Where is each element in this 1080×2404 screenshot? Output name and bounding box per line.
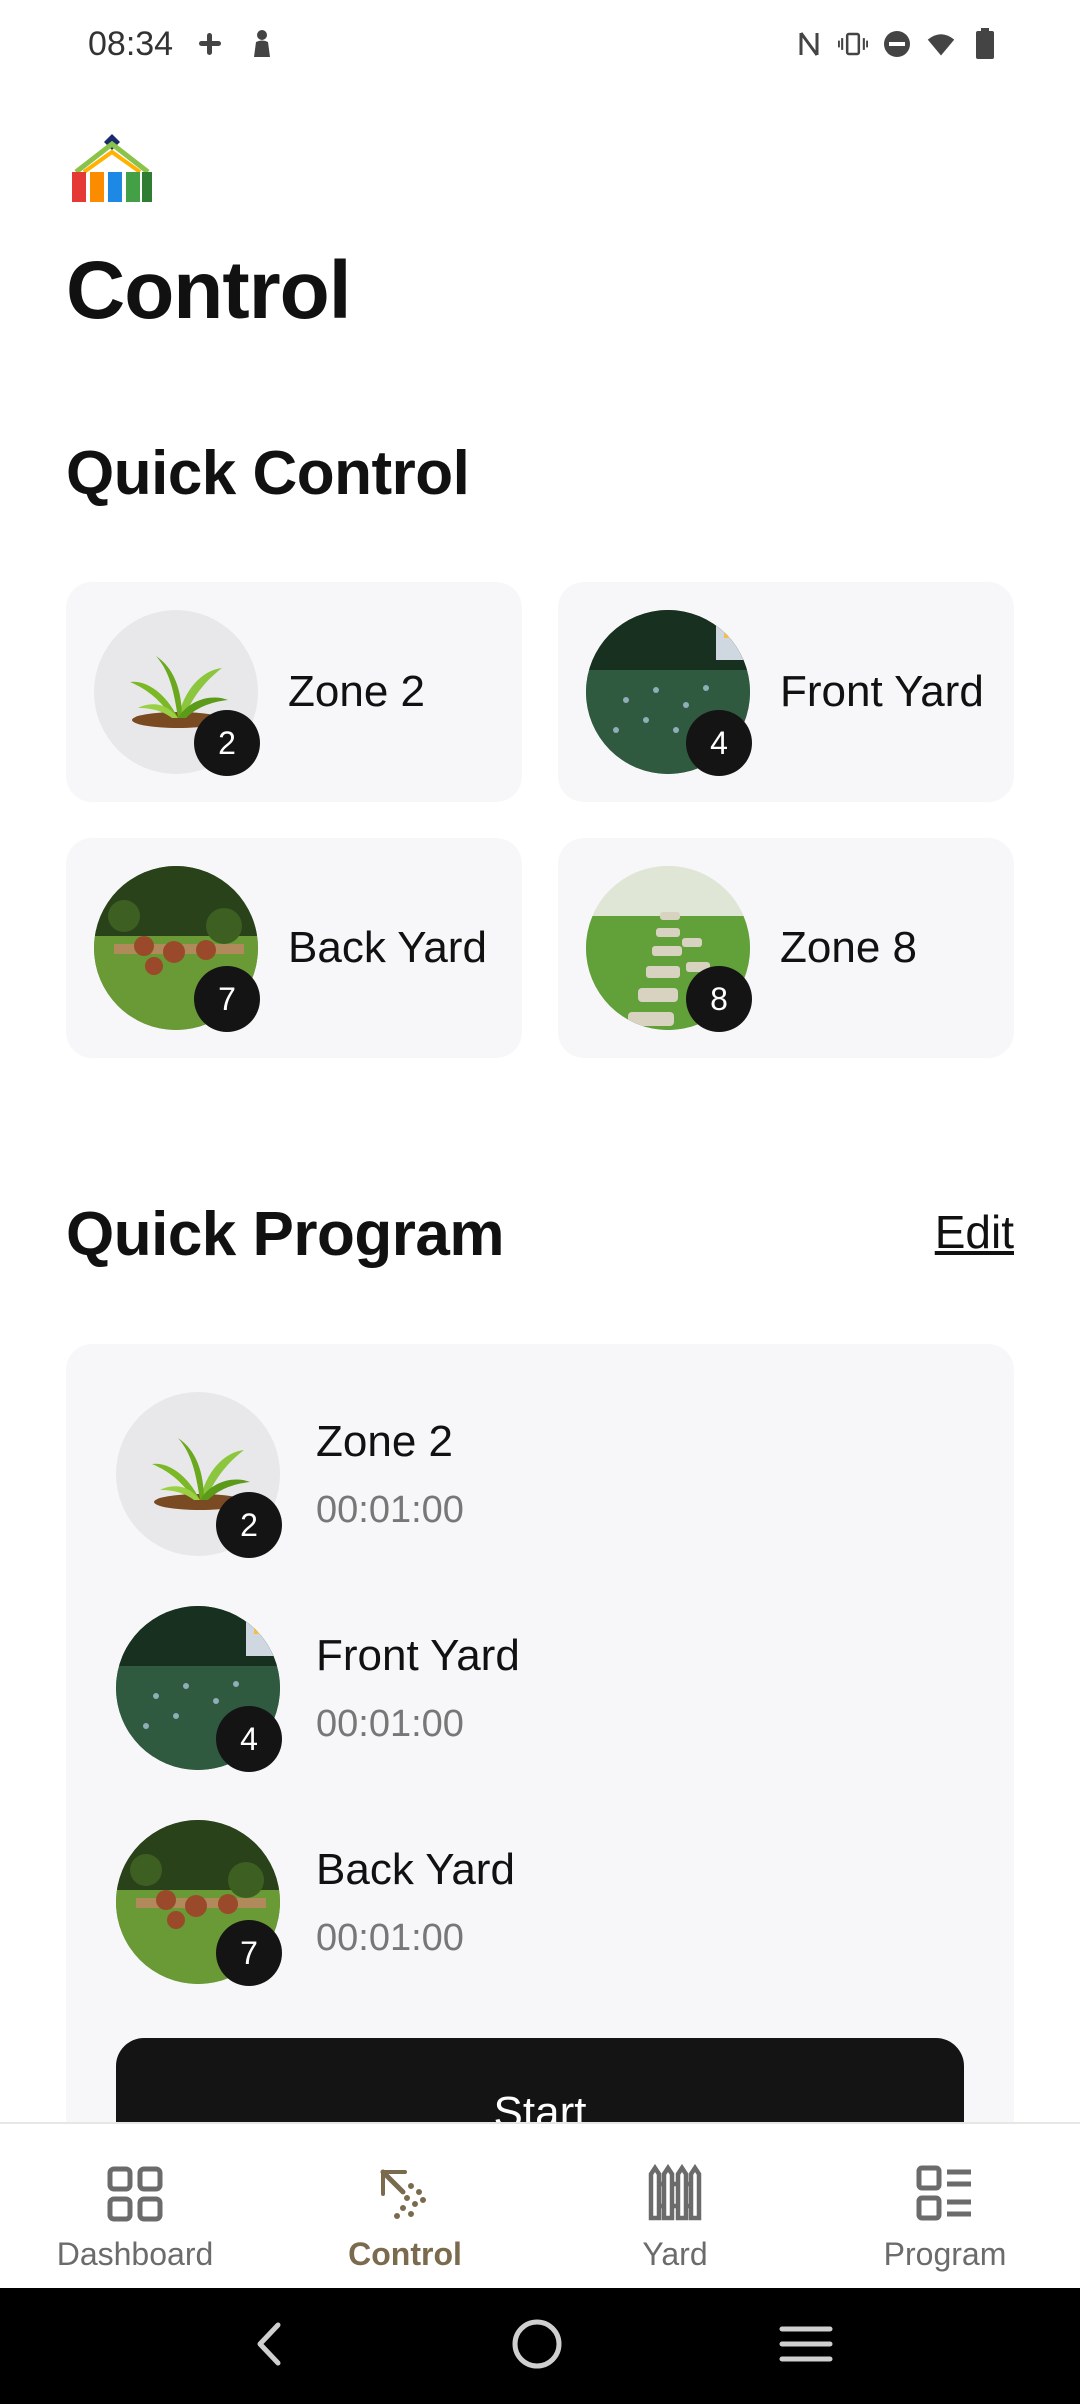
- grid-icon: [105, 2164, 165, 2224]
- quick-control-title: Quick Control: [66, 439, 470, 508]
- status-time: 08:34: [88, 24, 174, 63]
- wifi-icon: [926, 29, 956, 59]
- vibrate-icon: [838, 29, 868, 59]
- program-zone-duration: 00:01:00: [316, 1916, 464, 1959]
- nav-label: Yard: [642, 2236, 708, 2272]
- app-logo: [70, 132, 154, 204]
- nav-label: Program: [883, 2236, 1007, 2272]
- quick-control-card-back-yard[interactable]: 7 Back Yard: [66, 838, 522, 1058]
- zone-label: Zone 2: [288, 667, 425, 716]
- program-zone-duration: 00:01:00: [316, 1702, 464, 1745]
- nav-item-dashboard[interactable]: Dashboard: [0, 2124, 270, 2288]
- zone-number-badge: 4: [686, 710, 752, 776]
- quick-program-card: 2 Zone 2 00:01:00 4 Front Yard 00:01:00 …: [66, 1344, 1014, 2178]
- quick-program-title: Quick Program: [66, 1200, 504, 1269]
- bottom-nav: Dashboard Control Yard Program: [0, 2122, 1080, 2288]
- dnd-icon: [882, 29, 912, 59]
- nav-label: Dashboard: [56, 2236, 214, 2272]
- nfc-icon: [794, 29, 824, 59]
- program-row-front-yard: 4 Front Yard 00:01:00: [116, 1606, 520, 1772]
- program-zone-duration: 00:01:00: [316, 1488, 464, 1531]
- quick-control-card-zone-2[interactable]: 2 Zone 2: [66, 582, 522, 802]
- page-title: Control: [66, 245, 351, 336]
- zone-label: Zone 8: [780, 923, 917, 972]
- zone-number-badge: 4: [216, 1706, 282, 1772]
- quick-control-card-front-yard[interactable]: 4 Front Yard: [558, 582, 1014, 802]
- slack-icon: [195, 29, 225, 59]
- menu-icon[interactable]: [778, 2319, 834, 2374]
- nav-item-program[interactable]: Program: [810, 2124, 1080, 2288]
- nav-item-yard[interactable]: Yard: [540, 2124, 810, 2288]
- battery-icon: [970, 28, 1000, 59]
- system-nav-bar: [0, 2288, 1080, 2404]
- zone-number-badge: 7: [216, 1920, 282, 1986]
- zone-number-badge: 8: [686, 966, 752, 1032]
- program-zone-name: Zone 2: [316, 1416, 453, 1466]
- zone-label: Front Yard: [780, 667, 984, 716]
- quick-control-card-zone-8[interactable]: 8 Zone 8: [558, 838, 1014, 1058]
- zone-number-badge: 2: [216, 1492, 282, 1558]
- edit-link[interactable]: Edit: [935, 1205, 1014, 1259]
- person-icon: [247, 29, 277, 59]
- zone-label: Back Yard: [288, 923, 487, 972]
- nav-label: Control: [348, 2236, 462, 2272]
- program-zone-name: Back Yard: [316, 1844, 515, 1894]
- list-icon: [915, 2164, 975, 2224]
- home-icon[interactable]: [509, 2316, 565, 2377]
- program-row-back-yard: 7 Back Yard 00:01:00: [116, 1820, 515, 1986]
- sprinkler-icon: [375, 2164, 435, 2224]
- zone-number-badge: 2: [194, 710, 260, 776]
- program-row-zone-2: 2 Zone 2 00:01:00: [116, 1392, 464, 1558]
- program-zone-name: Front Yard: [316, 1630, 520, 1680]
- zone-number-badge: 7: [194, 966, 260, 1032]
- back-icon[interactable]: [246, 2319, 296, 2374]
- fence-icon: [645, 2163, 705, 2224]
- nav-item-control[interactable]: Control: [270, 2124, 540, 2288]
- status-bar: 08:34: [0, 0, 1080, 88]
